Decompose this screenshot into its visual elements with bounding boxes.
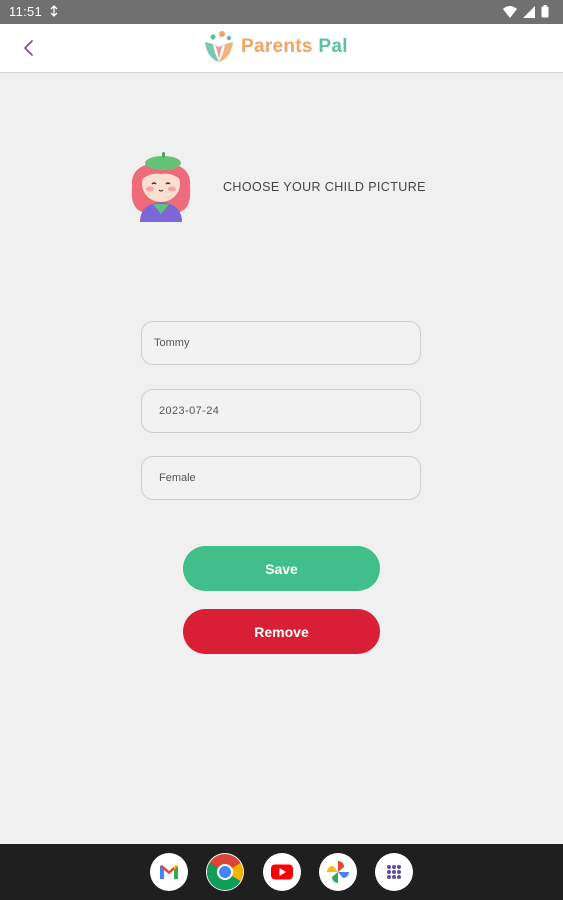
battery-icon	[541, 5, 549, 21]
chevron-left-icon	[24, 40, 33, 56]
girl-avatar-icon	[131, 152, 191, 222]
app-logo: Parents Pal	[201, 28, 348, 66]
status-time: 11:51	[9, 4, 43, 19]
youtube-icon[interactable]	[263, 853, 301, 891]
child-name-field[interactable]: Tommy	[141, 321, 421, 365]
gender-field[interactable]: Female	[141, 456, 421, 500]
app-bar: Parents Pal	[0, 24, 563, 73]
remove-button[interactable]: Remove	[183, 609, 380, 654]
save-button[interactable]: Save	[183, 546, 380, 591]
taskbar	[0, 844, 563, 900]
status-icons	[503, 5, 549, 21]
child-name-value: Tommy	[154, 337, 190, 349]
birthdate-field[interactable]: 2023-07-24	[141, 389, 421, 433]
gender-value: Female	[159, 472, 196, 484]
signal-icon	[523, 5, 535, 21]
logo-word-pal: Pal	[318, 36, 348, 57]
wifi-icon	[503, 5, 517, 21]
back-button[interactable]	[17, 36, 41, 60]
child-avatar-picker[interactable]	[126, 150, 196, 222]
sync-icon	[49, 5, 59, 20]
status-bar: 11:51	[0, 0, 563, 24]
birthdate-value: 2023-07-24	[159, 405, 220, 417]
app-drawer-icon[interactable]	[375, 853, 413, 891]
photos-icon[interactable]	[319, 853, 357, 891]
gmail-icon[interactable]	[150, 853, 188, 891]
parents-pal-logo-icon	[205, 31, 233, 62]
logo-word-parents: Parents	[241, 36, 313, 57]
chrome-icon[interactable]	[206, 853, 244, 891]
logo-text: Parents Pal	[241, 36, 348, 58]
choose-picture-label[interactable]: CHOOSE YOUR CHILD PICTURE	[223, 180, 426, 194]
